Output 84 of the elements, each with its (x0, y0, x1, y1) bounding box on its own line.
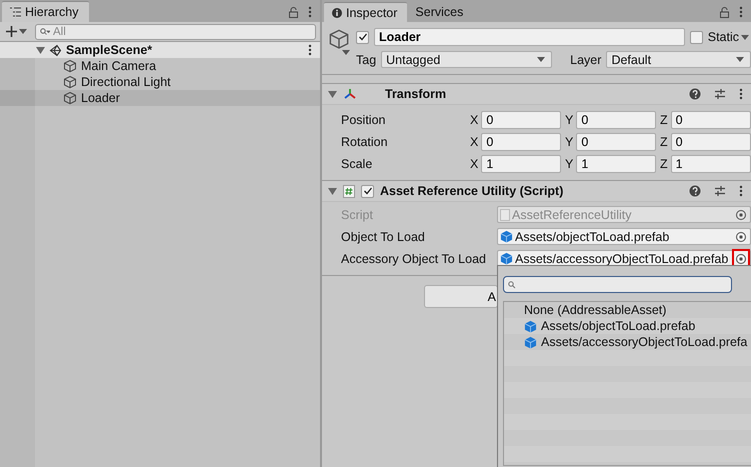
number-field[interactable]: 0 (576, 111, 656, 129)
hierarchy-item[interactable]: Loader (0, 90, 320, 106)
component-header[interactable]: Asset Reference Utility (Script) (322, 180, 751, 201)
static-checkbox[interactable] (690, 30, 703, 44)
active-checkbox[interactable] (356, 30, 369, 44)
prefab-icon (500, 230, 513, 243)
axis-label: X (470, 135, 478, 149)
dropdown-arrow-icon (736, 57, 744, 62)
dropdown-arrow-icon (741, 34, 749, 40)
axis-label: X (470, 157, 478, 171)
property-label: Accessory Object To Load (341, 252, 487, 266)
asset-option[interactable]: Assets/objectToLoad.prefab (504, 318, 751, 334)
axis-label: Z (660, 157, 668, 171)
layer-label: Layer (570, 52, 602, 66)
axis-label: Y (565, 113, 574, 127)
prefab-icon (524, 320, 537, 332)
object-field: AssetReferenceUtility (497, 206, 751, 223)
help-icon[interactable] (689, 88, 701, 100)
tag-dropdown[interactable]: Untagged (381, 51, 552, 68)
layer-dropdown[interactable]: Default (606, 51, 751, 68)
number-field[interactable]: 0 (670, 111, 751, 129)
number-field[interactable]: 1 (481, 155, 561, 173)
axis-label: Y (565, 157, 574, 171)
number-field[interactable]: 0 (481, 133, 561, 151)
foldout-arrow-icon[interactable] (36, 46, 45, 54)
help-icon[interactable] (689, 185, 701, 197)
prefab-icon (500, 252, 513, 265)
popup-search-field[interactable] (503, 276, 732, 293)
scene-name: SampleScene* (66, 43, 154, 57)
number-field[interactable]: 0 (481, 111, 561, 129)
info-icon (332, 8, 342, 18)
script-icon (343, 184, 355, 198)
lock-icon[interactable] (720, 6, 729, 18)
static-dropdown[interactable]: Static (708, 30, 751, 44)
preset-icon[interactable] (714, 88, 726, 100)
more-icon[interactable] (308, 44, 312, 56)
foldout-arrow-icon[interactable] (328, 90, 337, 98)
prefab-icon (524, 336, 537, 348)
cube-icon (63, 91, 77, 105)
axis-label: Z (660, 113, 668, 127)
action-button[interactable]: A (424, 285, 498, 308)
lock-icon[interactable] (289, 6, 298, 18)
panel-tab[interactable]: Inspector (324, 2, 408, 22)
foldout-arrow-icon[interactable] (328, 186, 337, 196)
asset-option[interactable]: None (AddressableAsset) (504, 302, 751, 318)
cube-icon (63, 75, 77, 89)
dropdown-arrow-icon (19, 29, 27, 34)
more-icon[interactable] (308, 6, 312, 18)
dropdown-arrow-icon (537, 57, 546, 62)
panel-tab[interactable]: Services (407, 2, 474, 22)
property-label: Rotation (341, 135, 389, 149)
enable-checkbox[interactable] (361, 184, 374, 198)
property-label: Scale (341, 157, 374, 171)
cube-icon (63, 59, 77, 73)
add-button[interactable] (4, 26, 29, 37)
object-field[interactable]: Assets/objectToLoad.prefab (497, 228, 751, 245)
tag-label: Tag (356, 52, 376, 66)
more-icon[interactable] (739, 6, 743, 18)
axis-label: Z (660, 135, 668, 149)
search-icon (40, 28, 50, 36)
more-icon[interactable] (739, 88, 743, 100)
number-field[interactable]: 1 (670, 155, 751, 173)
number-field[interactable]: 1 (576, 155, 656, 173)
search-field[interactable]: All (35, 24, 316, 40)
number-field[interactable]: 0 (576, 133, 656, 151)
axis-label: X (470, 113, 478, 127)
object-picker-icon[interactable] (735, 230, 747, 242)
property-label: Object To Load (341, 230, 426, 244)
list-icon (10, 7, 21, 17)
transform-icon (343, 88, 357, 100)
more-icon[interactable] (739, 185, 743, 197)
script-file-icon (500, 208, 510, 220)
axis-label: Y (565, 135, 574, 149)
preset-icon[interactable] (714, 185, 726, 197)
property-label: Position (341, 113, 386, 127)
object-picker-icon[interactable] (735, 252, 747, 264)
scene-icon (49, 44, 62, 56)
hierarchy-tab[interactable]: Hierarchy (2, 1, 88, 22)
asset-option[interactable]: Assets/accessoryObjectToLoad.prefa (504, 334, 751, 350)
search-icon (508, 280, 516, 288)
scene-row[interactable]: SampleScene* (0, 42, 320, 58)
property-label: Script (341, 208, 374, 222)
name-field[interactable]: Loader (374, 28, 685, 46)
number-field[interactable]: 0 (670, 133, 751, 151)
